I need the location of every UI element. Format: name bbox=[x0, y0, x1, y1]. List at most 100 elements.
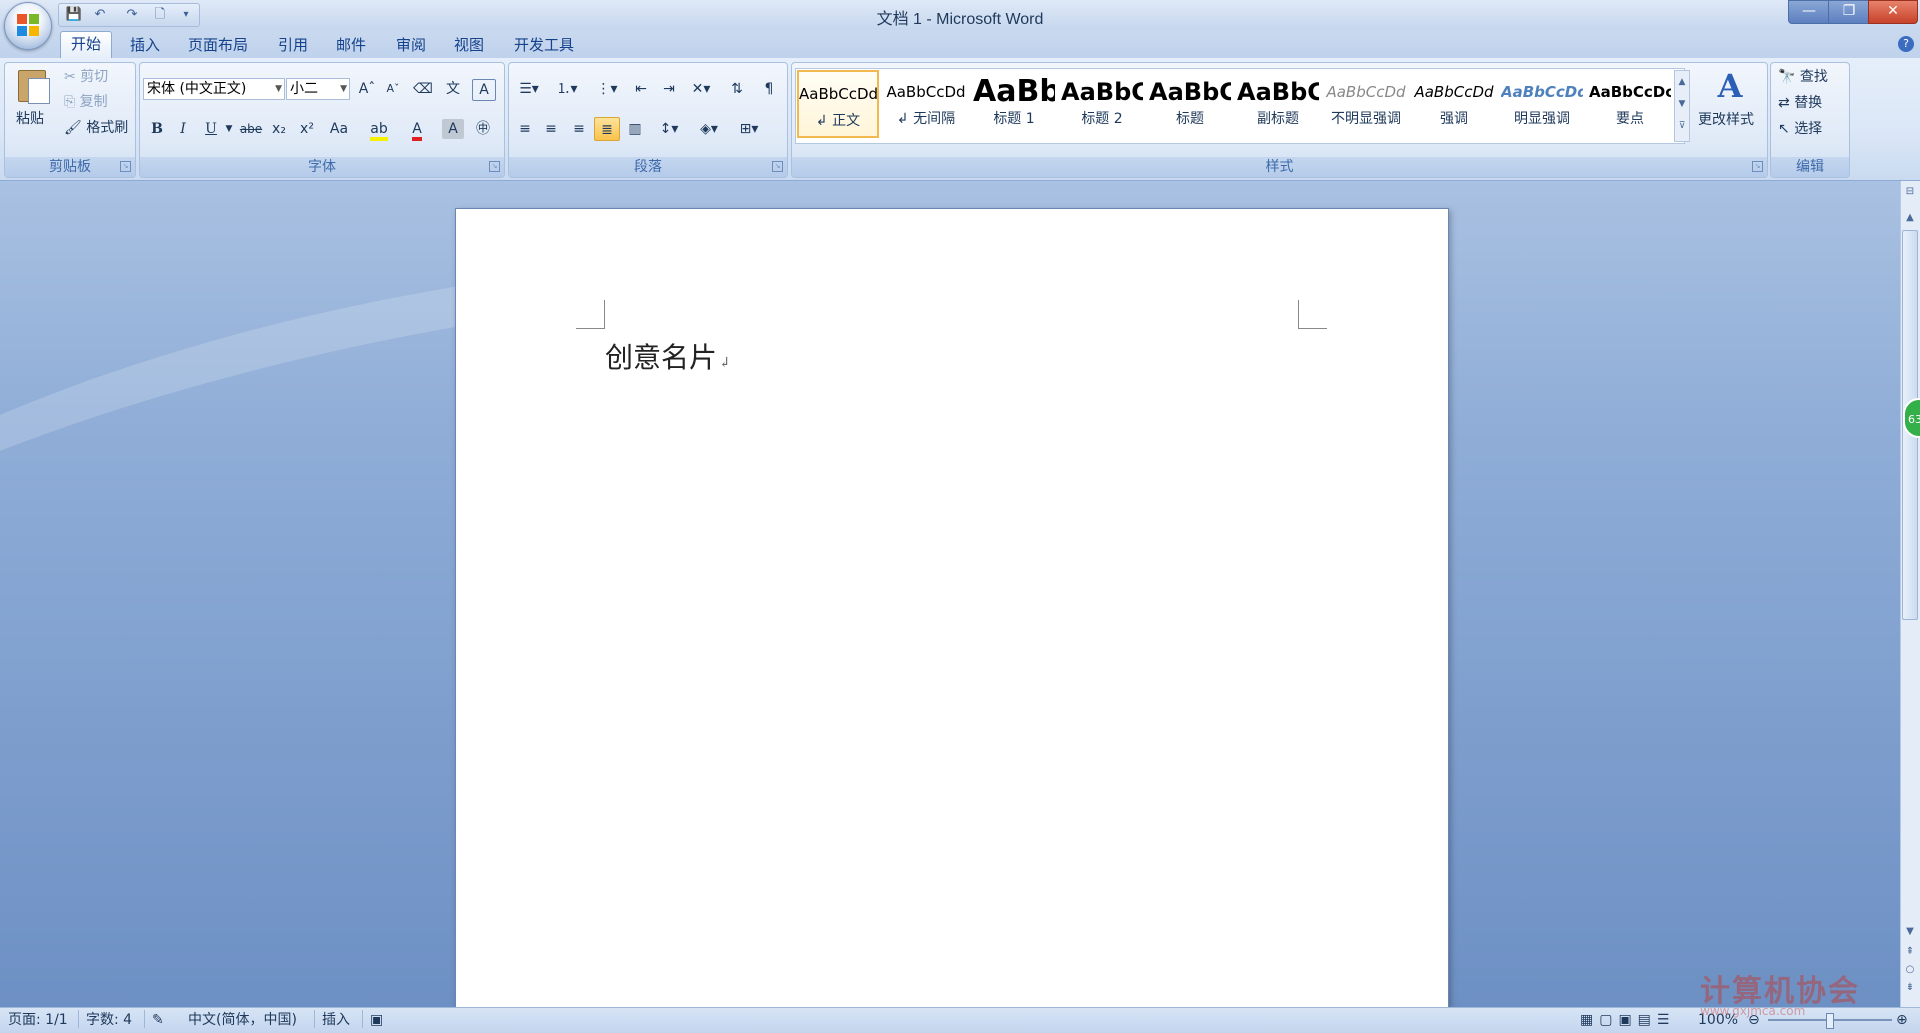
paste-icon[interactable] bbox=[14, 68, 50, 104]
scroll-down-icon[interactable]: ▼ bbox=[1902, 924, 1918, 940]
bullets-icon[interactable]: ☰▾ bbox=[512, 77, 546, 101]
style-subtitle[interactable]: AaBbC 副标题 bbox=[1237, 70, 1319, 138]
previous-page-icon[interactable]: ⇞ bbox=[1902, 944, 1918, 960]
office-button[interactable] bbox=[4, 2, 52, 50]
tab-mailings[interactable]: 邮件 bbox=[326, 33, 376, 57]
highlight-button[interactable]: ab bbox=[362, 117, 396, 141]
view-buttons[interactable]: ▦▢▣▤☰ bbox=[1580, 1010, 1675, 1030]
strikethrough-button[interactable]: abe bbox=[238, 117, 264, 141]
cut-button[interactable]: ✂ 剪切 bbox=[64, 66, 108, 88]
enclose-characters-button[interactable]: ㊥ bbox=[470, 117, 496, 141]
phonetic-guide-icon[interactable]: 文 bbox=[440, 77, 466, 101]
tab-view[interactable]: 视图 bbox=[444, 33, 494, 57]
distributed-icon[interactable]: ▥ bbox=[622, 117, 648, 141]
tab-developer[interactable]: 开发工具 bbox=[504, 33, 584, 57]
show-marks-icon[interactable]: ¶ bbox=[756, 77, 782, 101]
chinese-layout-icon[interactable]: ✕▾ bbox=[684, 77, 718, 101]
proofing-icon[interactable]: ✎ bbox=[152, 1010, 164, 1030]
align-left-icon[interactable]: ≡ bbox=[512, 117, 538, 141]
increase-indent-icon[interactable]: ⇥ bbox=[656, 77, 682, 101]
sort-icon[interactable]: ⇅ bbox=[724, 77, 750, 101]
superscript-button[interactable]: x² bbox=[294, 117, 320, 141]
shrink-font-button[interactable]: Aˇ bbox=[380, 77, 406, 101]
replace-button[interactable]: ⇄ 替换 bbox=[1778, 92, 1822, 114]
font-size-value: 小二 bbox=[290, 81, 318, 97]
close-button[interactable]: ✕ bbox=[1868, 0, 1918, 24]
next-page-icon[interactable]: ⇟ bbox=[1902, 980, 1918, 996]
subscript-button[interactable]: x₂ bbox=[266, 117, 292, 141]
style-sample: AaBb bbox=[973, 74, 1055, 108]
zoom-slider-thumb[interactable] bbox=[1826, 1013, 1834, 1029]
font-color-button[interactable]: A bbox=[400, 117, 434, 141]
tab-home[interactable]: 开始 bbox=[60, 31, 113, 60]
find-button[interactable]: 🔭 查找 bbox=[1778, 66, 1828, 88]
replace-label: 替换 bbox=[1794, 95, 1823, 111]
maximize-button[interactable]: ❐ bbox=[1828, 0, 1870, 24]
font-name-value: 宋体 (中文正文) bbox=[147, 81, 247, 97]
clipboard-launcher-icon[interactable]: ↘ bbox=[120, 161, 131, 172]
numbering-icon[interactable]: ⒈▾ bbox=[550, 77, 584, 101]
language-indicator[interactable]: 中文(简体，中国) bbox=[188, 1010, 297, 1030]
select-button[interactable]: ↖ 选择 bbox=[1778, 118, 1822, 140]
underline-button[interactable]: U bbox=[198, 117, 224, 141]
replace-icon: ⇄ bbox=[1778, 95, 1790, 111]
scroll-up-icon[interactable]: ▲ bbox=[1902, 210, 1918, 226]
justify-icon[interactable]: ≣ bbox=[594, 117, 620, 141]
italic-button[interactable]: I bbox=[170, 117, 196, 141]
tab-page-layout[interactable]: 页面布局 bbox=[178, 33, 258, 57]
style-intense-emphasis[interactable]: AaBbCcDd 明显强调 bbox=[1501, 70, 1583, 138]
style-emphasis[interactable]: AaBbCcDd 强调 bbox=[1413, 70, 1495, 138]
style-heading-2[interactable]: AaBbC 标题 2 bbox=[1061, 70, 1143, 138]
change-styles-button[interactable]: 更改样式 bbox=[1698, 109, 1754, 131]
style-normal[interactable]: AaBbCcDd ↲ 正文 bbox=[797, 70, 879, 138]
multilevel-list-icon[interactable]: ⋮▾ bbox=[590, 77, 624, 101]
tab-insert[interactable]: 插入 bbox=[120, 33, 170, 57]
change-styles-icon[interactable]: A bbox=[1712, 68, 1748, 104]
format-painter-button[interactable]: 🖌 格式刷 bbox=[64, 117, 128, 139]
bold-button[interactable]: B bbox=[144, 117, 170, 141]
clear-formatting-icon[interactable]: ⌫ bbox=[410, 77, 436, 101]
minimize-button[interactable]: — bbox=[1788, 0, 1830, 24]
help-icon[interactable]: ? bbox=[1898, 36, 1914, 52]
copy-button[interactable]: ⎘ 复制 bbox=[64, 91, 108, 113]
style-subtle-emphasis[interactable]: AaBbCcDd 不明显强调 bbox=[1325, 70, 1407, 138]
paragraph-launcher-icon[interactable]: ↘ bbox=[772, 161, 783, 172]
font-size-combo[interactable]: 小二 ▼ bbox=[286, 78, 350, 100]
line-spacing-icon[interactable]: ↕▾ bbox=[652, 117, 686, 141]
styles-scroll[interactable]: ▲ ▼ ⊽ bbox=[1674, 70, 1690, 142]
style-title[interactable]: AaBbC 标题 bbox=[1149, 70, 1231, 138]
style-heading-1[interactable]: AaBb 标题 1 bbox=[973, 70, 1055, 138]
word-count[interactable]: 字数: 4 bbox=[86, 1010, 132, 1030]
decrease-indent-icon[interactable]: ⇤ bbox=[628, 77, 654, 101]
borders-icon[interactable]: ⊞▾ bbox=[732, 117, 766, 141]
zoom-in-icon[interactable]: ⊕ bbox=[1896, 1010, 1908, 1030]
tab-review[interactable]: 审阅 bbox=[386, 33, 436, 57]
tab-references[interactable]: 引用 bbox=[268, 33, 318, 57]
character-border-icon[interactable]: A bbox=[472, 79, 496, 101]
underline-dropdown-icon[interactable]: ▼ bbox=[222, 117, 236, 141]
style-no-spacing[interactable]: AaBbCcDd ↲ 无间隔 bbox=[885, 70, 967, 138]
shading-icon[interactable]: ◈▾ bbox=[692, 117, 726, 141]
macro-record-icon[interactable]: ▣ bbox=[370, 1010, 383, 1030]
browse-object-icon[interactable]: ○ bbox=[1902, 962, 1918, 978]
styles-launcher-icon[interactable]: ↘ bbox=[1752, 161, 1763, 172]
floating-badge[interactable]: 63 bbox=[1903, 398, 1920, 438]
ruler-toggle-icon[interactable]: ⊟ bbox=[1902, 184, 1918, 200]
character-shading-button[interactable]: A bbox=[442, 119, 464, 139]
chevron-down-icon: ▼ bbox=[340, 84, 347, 94]
grow-font-button[interactable]: Aˆ bbox=[354, 77, 380, 101]
style-strong[interactable]: AaBbCcDc 要点 bbox=[1589, 70, 1671, 138]
font-launcher-icon[interactable]: ↘ bbox=[489, 161, 500, 172]
style-sample: AaBbCcDd bbox=[1414, 83, 1494, 101]
chevron-down-icon: ▼ bbox=[275, 84, 282, 94]
align-right-icon[interactable]: ≡ bbox=[566, 117, 592, 141]
align-center-icon[interactable]: ≡ bbox=[538, 117, 564, 141]
font-name-combo[interactable]: 宋体 (中文正文) ▼ bbox=[143, 78, 285, 100]
insert-mode[interactable]: 插入 bbox=[322, 1010, 350, 1030]
style-name: 不明显强调 bbox=[1331, 111, 1401, 127]
page-count[interactable]: 页面: 1/1 bbox=[8, 1010, 68, 1030]
paste-button[interactable]: 粘贴 bbox=[16, 108, 44, 130]
document-body-text[interactable]: 创意名片 ↲ bbox=[605, 336, 731, 376]
change-case-button[interactable]: Aa bbox=[322, 117, 356, 141]
editing-group-label: 编辑 bbox=[1771, 157, 1849, 177]
